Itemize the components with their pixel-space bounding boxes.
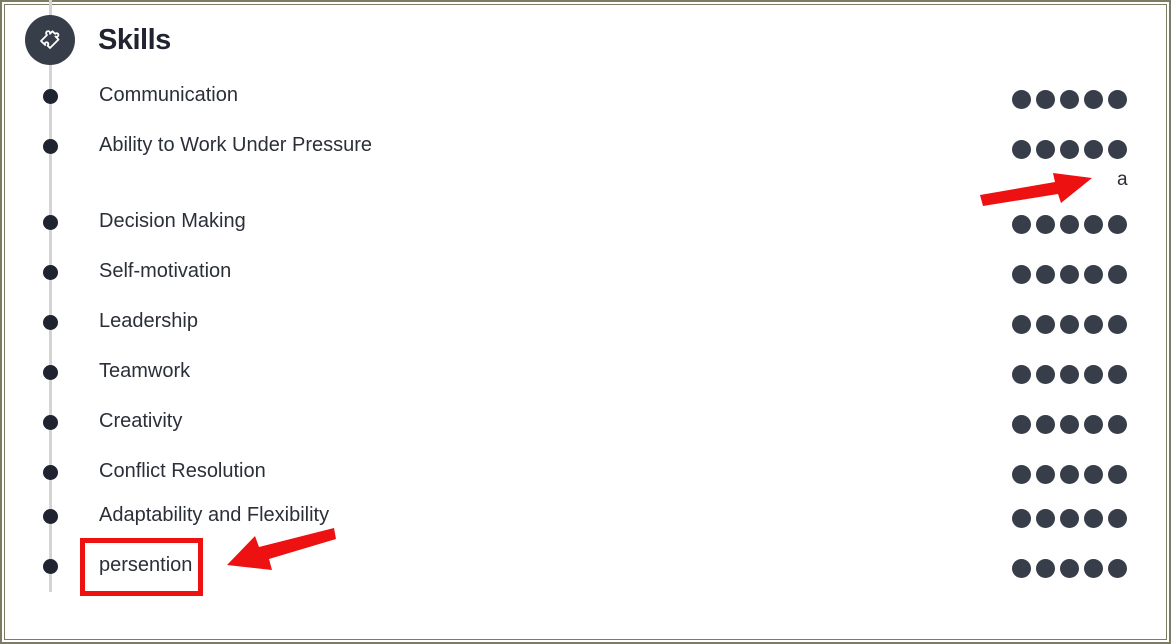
rating-dot-filled [1036, 465, 1055, 484]
timeline-bullet [43, 465, 58, 480]
rating-dot-filled [1012, 415, 1031, 434]
rating-dot-filled [1084, 90, 1103, 109]
rating-dot-filled [1060, 559, 1079, 578]
timeline-bullet [43, 139, 58, 154]
skill-name: Creativity [99, 410, 183, 432]
timeline-bullet [43, 215, 58, 230]
timeline-bullet [43, 559, 58, 574]
rating-dot-filled [1012, 509, 1031, 528]
rating-dot-filled [1108, 465, 1127, 484]
rating-dot-filled [1084, 265, 1103, 284]
skill-row: persention [0, 0, 1171, 578]
rating-dot-filled [1108, 415, 1127, 434]
skill-name: Teamwork [99, 360, 191, 382]
skill-rating [1012, 559, 1127, 578]
skill-rating [1012, 365, 1127, 384]
rating-dot-filled [1036, 365, 1055, 384]
rating-dot-filled [1012, 215, 1031, 234]
rating-dot-filled [1012, 90, 1031, 109]
timeline-bullet [43, 415, 58, 430]
skill-name: Decision Making [99, 210, 246, 232]
skill-rating [1012, 465, 1127, 484]
rating-dot-filled [1084, 415, 1103, 434]
rating-dot-filled [1084, 509, 1103, 528]
rating-dot-filled [1108, 265, 1127, 284]
rating-dot-filled [1108, 215, 1127, 234]
rating-dot-filled [1060, 140, 1079, 159]
rating-dot-filled [1012, 365, 1031, 384]
rating-dot-filled [1012, 265, 1031, 284]
skill-name: Ability to Work Under Pressure [99, 134, 373, 156]
rating-dot-filled [1084, 315, 1103, 334]
skill-rating [1012, 265, 1127, 284]
rating-dot-filled [1108, 559, 1127, 578]
rating-dot-filled [1060, 509, 1079, 528]
rating-dot-filled [1036, 215, 1055, 234]
timeline-bullet [43, 509, 58, 524]
rating-dot-filled [1012, 559, 1031, 578]
rating-dot-filled [1060, 315, 1079, 334]
rating-dot-filled [1036, 140, 1055, 159]
rating-dot-filled [1060, 415, 1079, 434]
timeline-bullet [43, 89, 58, 104]
rating-dot-filled [1108, 140, 1127, 159]
rating-dot-filled [1012, 140, 1031, 159]
rating-dot-filled [1012, 465, 1031, 484]
skill-name: Conflict Resolution [99, 460, 266, 482]
timeline-bullet [43, 265, 58, 280]
rating-dot-filled [1108, 365, 1127, 384]
rating-dot-filled [1060, 90, 1079, 109]
timeline-bullet [43, 315, 58, 330]
skill-rating [1012, 315, 1127, 334]
timeline-bullet [43, 365, 58, 380]
rating-dot-filled [1036, 315, 1055, 334]
skill-name: Leadership [99, 310, 198, 332]
rating-dot-filled [1084, 559, 1103, 578]
rating-dot-filled [1084, 140, 1103, 159]
rating-dot-filled [1060, 465, 1079, 484]
rating-dot-filled [1084, 365, 1103, 384]
skill-rating [1012, 140, 1127, 159]
rating-dot-filled [1108, 315, 1127, 334]
rating-dot-filled [1036, 265, 1055, 284]
rating-dot-filled [1060, 265, 1079, 284]
skill-rating [1012, 215, 1127, 234]
skill-rating [1012, 415, 1127, 434]
rating-dot-filled [1036, 90, 1055, 109]
highlight-box [80, 538, 203, 596]
rating-dot-filled [1108, 90, 1127, 109]
rating-dot-filled [1084, 465, 1103, 484]
skill-name: Adaptability and Flexibility [99, 504, 330, 526]
rating-dot-filled [1012, 315, 1031, 334]
rating-dot-filled [1108, 509, 1127, 528]
rating-dot-filled [1036, 559, 1055, 578]
skill-name: Communication [99, 84, 238, 106]
rating-dot-filled [1084, 215, 1103, 234]
rating-dot-filled [1036, 509, 1055, 528]
skill-rating [1012, 90, 1127, 109]
rating-dot-filled [1060, 365, 1079, 384]
rating-dot-filled [1036, 415, 1055, 434]
skill-name: Self-motivation [99, 260, 232, 282]
skill-rating [1012, 509, 1127, 528]
rating-dot-filled [1060, 215, 1079, 234]
stray-character: a [1117, 169, 1128, 190]
